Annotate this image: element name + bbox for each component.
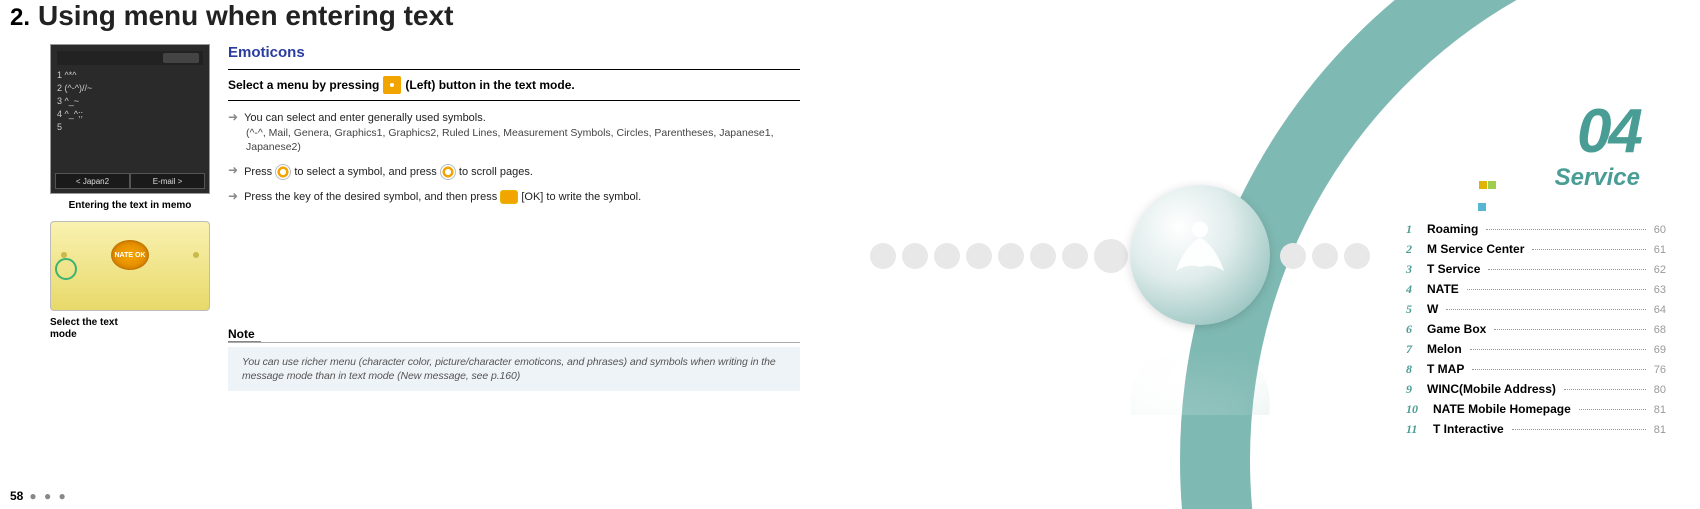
toc-item[interactable]: 5 W 64	[1406, 302, 1666, 322]
section-title: Emoticons	[228, 44, 800, 61]
highlight-circle-icon	[55, 258, 77, 280]
bullet-arrow-icon: ➜	[228, 164, 238, 180]
left-page: 2. Using menu when entering text 1 ^*^ 2…	[0, 0, 850, 509]
instruction-bar: Select a menu by pressing (Left) button …	[228, 69, 800, 101]
bullet-item: ➜ Press to select a symbol, and press to…	[228, 164, 800, 180]
left-key-icon	[383, 76, 401, 94]
note-block: Note You can use richer menu (character …	[228, 325, 800, 391]
bullet-text: Press the key of the desired symbol, and…	[244, 190, 641, 205]
toc-item[interactable]: 1 Roaming 60	[1406, 222, 1666, 242]
note-label: Note	[228, 327, 261, 342]
page-heading: 2. Using menu when entering text	[0, 0, 830, 32]
dpad-icon	[275, 164, 291, 180]
decorative-circles-right	[1280, 243, 1370, 269]
t-logo-icon	[1160, 215, 1240, 295]
table-of-contents: 1 Roaming 60 2 M Service Center 61 3 T S…	[1406, 222, 1666, 442]
phone-emoticon-list: 1 ^*^ 2 (^-^)//~ 3 ^_~ 4 ^_^;; 5	[57, 69, 203, 134]
note-body: You can use richer menu (character color…	[228, 347, 800, 391]
bullet-arrow-icon: ➜	[228, 111, 238, 126]
toc-item[interactable]: 2 M Service Center 61	[1406, 242, 1666, 262]
heading-number: 2.	[10, 4, 30, 32]
toc-item[interactable]: 7 Melon 69	[1406, 342, 1666, 362]
instruction-text-before: Select a menu by pressing	[228, 78, 379, 92]
accent-squares-icon	[1479, 176, 1496, 212]
ok-key-icon	[500, 190, 518, 204]
phone-topbar	[57, 51, 203, 65]
chapter-title: Service	[1555, 164, 1640, 192]
phone-screenshot: 1 ^*^ 2 (^-^)//~ 3 ^_~ 4 ^_^;; 5 < Japan…	[50, 44, 210, 194]
medallion-reflection	[1130, 335, 1270, 415]
phone-caption: Entering the text in memo	[50, 200, 210, 211]
nate-ok-button-icon: NATE OK	[111, 240, 149, 270]
toc-item[interactable]: 11 T Interactive 81	[1406, 422, 1666, 442]
toc-item[interactable]: 3 T Service 62	[1406, 262, 1666, 282]
keypad-caption: Select the text mode	[50, 317, 210, 341]
toc-item[interactable]: 6 Game Box 68	[1406, 322, 1666, 342]
page-dots-icon: ● ● ●	[29, 489, 67, 503]
chapter-medallion	[1130, 185, 1270, 325]
bullet-item: ➜ Press the key of the desired symbol, a…	[228, 190, 800, 205]
bullet-text: Press to select a symbol, and press to s…	[244, 164, 533, 180]
bullet-text: You can select and enter generally used …	[244, 111, 486, 126]
content-column: Emoticons Select a menu by pressing (Lef…	[228, 44, 830, 391]
decorative-circles-left	[870, 243, 1128, 273]
toc-item[interactable]: 10 NATE Mobile Homepage 81	[1406, 402, 1666, 422]
right-page: 04 Service 1 Roaming 60 2 M Service Cent…	[850, 0, 1700, 509]
softkey-left: < Japan2	[55, 173, 130, 189]
thumbnail-column: 1 ^*^ 2 (^-^)//~ 3 ^_~ 4 ^_^;; 5 < Japan…	[0, 44, 210, 391]
phone-softkeys: < Japan2 E-mail >	[55, 173, 205, 189]
toc-item[interactable]: 4 NATE 63	[1406, 282, 1666, 302]
keypad-illustration: NATE OK	[50, 221, 210, 311]
dpad-icon	[440, 164, 456, 180]
bullet-subtext: (^-^, Mail, Genera, Graphics1, Graphics2…	[246, 126, 800, 154]
chapter-number: 04	[1577, 96, 1640, 167]
bullet-arrow-icon: ➜	[228, 190, 238, 205]
bullet-item: ➜ You can select and enter generally use…	[228, 111, 800, 126]
toc-item[interactable]: 8 T MAP 76	[1406, 362, 1666, 382]
left-body: 1 ^*^ 2 (^-^)//~ 3 ^_~ 4 ^_^;; 5 < Japan…	[0, 44, 830, 391]
instruction-text-after: (Left) button in the text mode.	[405, 78, 574, 92]
softkey-right: E-mail >	[130, 173, 205, 189]
heading-text: Using menu when entering text	[38, 0, 453, 32]
page-number: 58 ● ● ●	[10, 489, 68, 503]
toc-item[interactable]: 9 WINC(Mobile Address) 80	[1406, 382, 1666, 402]
